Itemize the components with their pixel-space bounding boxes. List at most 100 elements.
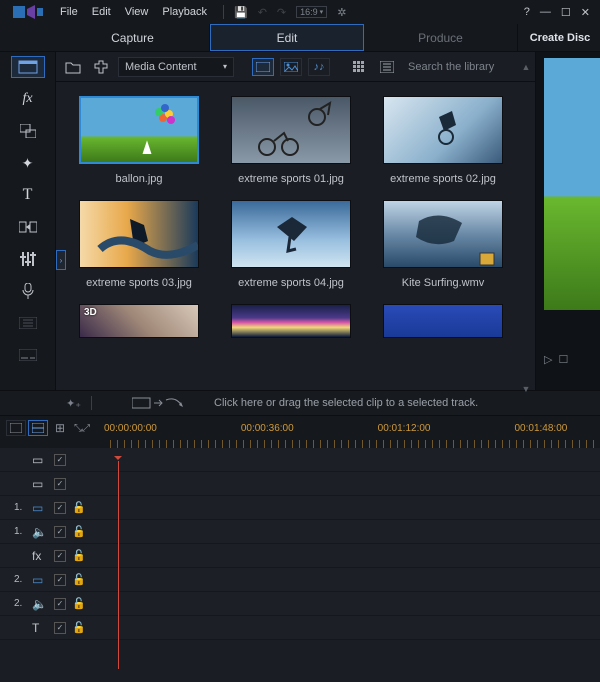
plugin-icon[interactable] — [90, 57, 112, 77]
room-subtitle[interactable] — [11, 344, 45, 366]
aspect-ratio-dropdown[interactable]: 16:9▾ — [296, 6, 327, 18]
undo-icon[interactable]: ↶ — [258, 6, 267, 19]
track-lock-icon[interactable]: 🔓 — [72, 573, 86, 586]
expand-sidebar-button[interactable]: › — [56, 250, 66, 270]
tab-capture[interactable]: Capture — [56, 24, 210, 51]
import-icon[interactable] — [62, 57, 84, 77]
room-particle[interactable]: ✦ — [11, 152, 45, 174]
stop-button[interactable]: ☐ — [558, 353, 568, 366]
media-item[interactable] — [380, 304, 506, 338]
close-icon[interactable]: ✕ — [581, 6, 590, 19]
media-item-label: extreme sports 03.jpg — [86, 268, 192, 298]
track-visible-checkbox[interactable]: ✓ — [54, 598, 66, 610]
tip-text: Click here or drag the selected clip to … — [214, 397, 478, 409]
timeline-track[interactable]: 2.▭✓🔓 — [0, 568, 600, 592]
track-visible-checkbox[interactable]: ✓ — [54, 502, 66, 514]
room-audio-mixer[interactable] — [11, 248, 45, 270]
timeline-track[interactable]: 1. ▭ ✓ 🔓 — [0, 496, 600, 520]
timeline-track[interactable]: fx ✓ 🔓 — [0, 544, 600, 568]
filter-video-icon[interactable] — [252, 58, 274, 76]
track-visible-checkbox[interactable]: ✓ — [54, 454, 66, 466]
play-button[interactable]: ▷ — [544, 353, 552, 366]
minimize-icon[interactable]: — — [540, 6, 551, 18]
timeline-track[interactable]: 1. 🔈 ✓ 🔓 — [0, 520, 600, 544]
room-title[interactable]: T — [11, 184, 45, 206]
room-voiceover[interactable] — [11, 280, 45, 302]
room-pip[interactable] — [11, 120, 45, 142]
library-menu-icon[interactable] — [376, 57, 398, 77]
timeline-snap-btn[interactable]: ⤡⤢ — [72, 420, 92, 436]
media-filter-dropdown[interactable]: Media Content▾ — [118, 57, 234, 77]
track-type-icon: fx — [32, 549, 48, 563]
room-chapter[interactable] — [11, 312, 45, 334]
track-lock-icon[interactable]: 🔓 — [72, 525, 86, 538]
media-item-label: extreme sports 04.jpg — [238, 268, 344, 298]
track-type-icon: ▭ — [32, 501, 48, 515]
playhead[interactable] — [118, 461, 119, 669]
redo-icon[interactable]: ↷ — [277, 6, 286, 19]
view-grid-icon[interactable] — [348, 57, 370, 77]
search-input[interactable]: Search the library — [408, 61, 494, 73]
help-icon[interactable]: ? — [524, 6, 530, 18]
track-visible-checkbox[interactable]: ✓ — [54, 550, 66, 562]
timeline-view-btn-3[interactable]: ⊞ — [50, 420, 70, 436]
media-item[interactable]: 3D — [76, 304, 202, 338]
track-lock-icon[interactable]: 🔓 — [72, 501, 86, 514]
timecode-mark: 00:00:36:00 — [241, 423, 294, 434]
track-number: 1. — [14, 502, 26, 513]
tab-produce[interactable]: Produce — [364, 24, 518, 51]
menu-file[interactable]: File — [60, 6, 78, 18]
track-visible-checkbox[interactable]: ✓ — [54, 526, 66, 538]
track-type-icon: 🔈 — [32, 597, 48, 611]
track-lock-icon[interactable]: 🔓 — [72, 621, 86, 634]
menu-view[interactable]: View — [125, 6, 149, 18]
room-fx[interactable]: fx — [11, 88, 45, 110]
track-type-icon: 🔈 — [32, 525, 48, 539]
maximize-icon[interactable]: ☐ — [561, 6, 571, 19]
media-item-label: Kite Surfing.wmv — [402, 268, 485, 298]
menu-playback[interactable]: Playback — [162, 6, 207, 18]
tab-edit[interactable]: Edit — [210, 24, 364, 51]
track-visible-checkbox[interactable]: ✓ — [54, 574, 66, 586]
timeline-track[interactable]: ▭✓ — [0, 448, 600, 472]
media-item[interactable]: Kite Surfing.wmv — [380, 200, 506, 298]
filter-image-icon[interactable] — [280, 58, 302, 76]
settings-icon[interactable]: ✲ — [337, 6, 346, 19]
track-type-icon: T — [32, 621, 48, 635]
tab-create-disc[interactable]: Create Disc — [520, 24, 600, 51]
media-item[interactable]: extreme sports 04.jpg — [228, 200, 354, 298]
track-lock-icon[interactable]: 🔓 — [72, 597, 86, 610]
media-item[interactable]: extreme sports 01.jpg — [228, 96, 354, 194]
media-item[interactable]: extreme sports 03.jpg — [76, 200, 202, 298]
app-logo — [6, 0, 50, 24]
save-icon[interactable]: 💾 — [234, 6, 248, 19]
filter-audio-icon[interactable]: ♪♪ — [308, 58, 330, 76]
timecode-mark: 00:01:48:00 — [514, 423, 567, 434]
media-item-label: ballon.jpg — [115, 164, 162, 194]
timeline-track[interactable]: T ✓ 🔓 — [0, 616, 600, 640]
magic-tools-icon[interactable]: ✦₊ — [66, 397, 81, 410]
timeline-view-btn-2[interactable] — [28, 420, 48, 436]
media-item-label: extreme sports 02.jpg — [390, 164, 496, 194]
track-type-icon: ▭ — [32, 477, 48, 491]
timecode-mark: 00:00:00:00 — [104, 423, 157, 434]
timeline-track[interactable]: ▭✓ — [0, 472, 600, 496]
menu-edit[interactable]: Edit — [92, 6, 111, 18]
library-scrollbar[interactable]: ▲▼ — [520, 62, 532, 394]
media-item-label: extreme sports 01.jpg — [238, 164, 344, 194]
timeline-ruler[interactable]: 00:00:00:00 00:00:36:00 00:01:12:00 00:0… — [92, 423, 600, 434]
track-lock-icon[interactable]: 🔓 — [72, 549, 86, 562]
media-item[interactable]: extreme sports 02.jpg — [380, 96, 506, 194]
room-transition[interactable] — [11, 216, 45, 238]
room-media[interactable] — [11, 56, 45, 78]
timeline-track[interactable]: 2.🔈✓🔓 — [0, 592, 600, 616]
track-number: 1. — [14, 526, 26, 537]
timecode-mark: 00:01:12:00 — [378, 423, 431, 434]
media-item[interactable]: ballon.jpg — [76, 96, 202, 194]
track-type-icon: ▭ — [32, 573, 48, 587]
media-item[interactable] — [228, 304, 354, 338]
track-visible-checkbox[interactable]: ✓ — [54, 622, 66, 634]
timeline-view-btn-1[interactable] — [6, 420, 26, 436]
track-visible-checkbox[interactable]: ✓ — [54, 478, 66, 490]
clip-tool-icon[interactable] — [132, 396, 186, 410]
